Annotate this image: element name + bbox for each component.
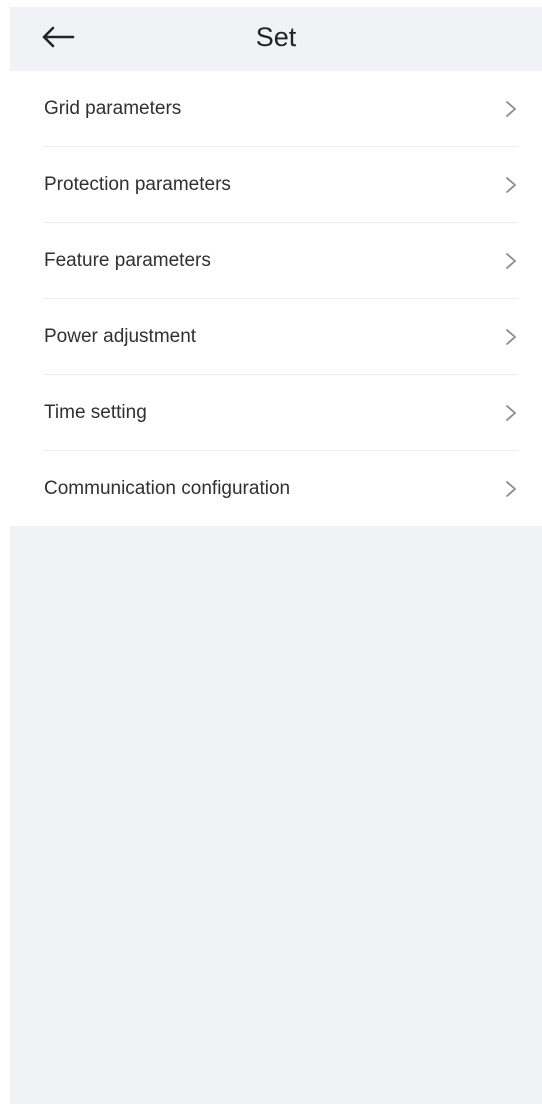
header-bar: Set bbox=[10, 7, 542, 71]
menu-item-label: Protection parameters bbox=[44, 173, 231, 195]
chevron-right-icon bbox=[506, 328, 516, 345]
menu-item-time-setting[interactable]: Time setting bbox=[44, 374, 518, 450]
chevron-right-icon bbox=[506, 176, 516, 193]
chevron-right-icon bbox=[506, 404, 516, 421]
menu-item-label: Power adjustment bbox=[44, 325, 197, 347]
chevron-right-icon bbox=[506, 480, 516, 497]
chevron-right-icon bbox=[506, 100, 516, 117]
settings-menu: Grid parameters Protection parameters Fe… bbox=[10, 71, 542, 526]
page-title: Set bbox=[255, 22, 297, 52]
menu-item-label: Communication configuration bbox=[44, 477, 291, 499]
menu-item-label: Time setting bbox=[44, 401, 147, 423]
settings-screen: Set Grid parameters Protection parameter… bbox=[10, 7, 542, 1104]
menu-item-communication-configuration[interactable]: Communication configuration bbox=[44, 450, 518, 526]
menu-item-label: Grid parameters bbox=[44, 97, 182, 119]
menu-item-protection-parameters[interactable]: Protection parameters bbox=[44, 146, 518, 222]
menu-item-feature-parameters[interactable]: Feature parameters bbox=[44, 222, 518, 298]
menu-item-power-adjustment[interactable]: Power adjustment bbox=[44, 298, 518, 374]
menu-item-label: Feature parameters bbox=[44, 249, 211, 271]
menu-item-grid-parameters[interactable]: Grid parameters bbox=[44, 71, 518, 146]
chevron-right-icon bbox=[506, 252, 516, 269]
